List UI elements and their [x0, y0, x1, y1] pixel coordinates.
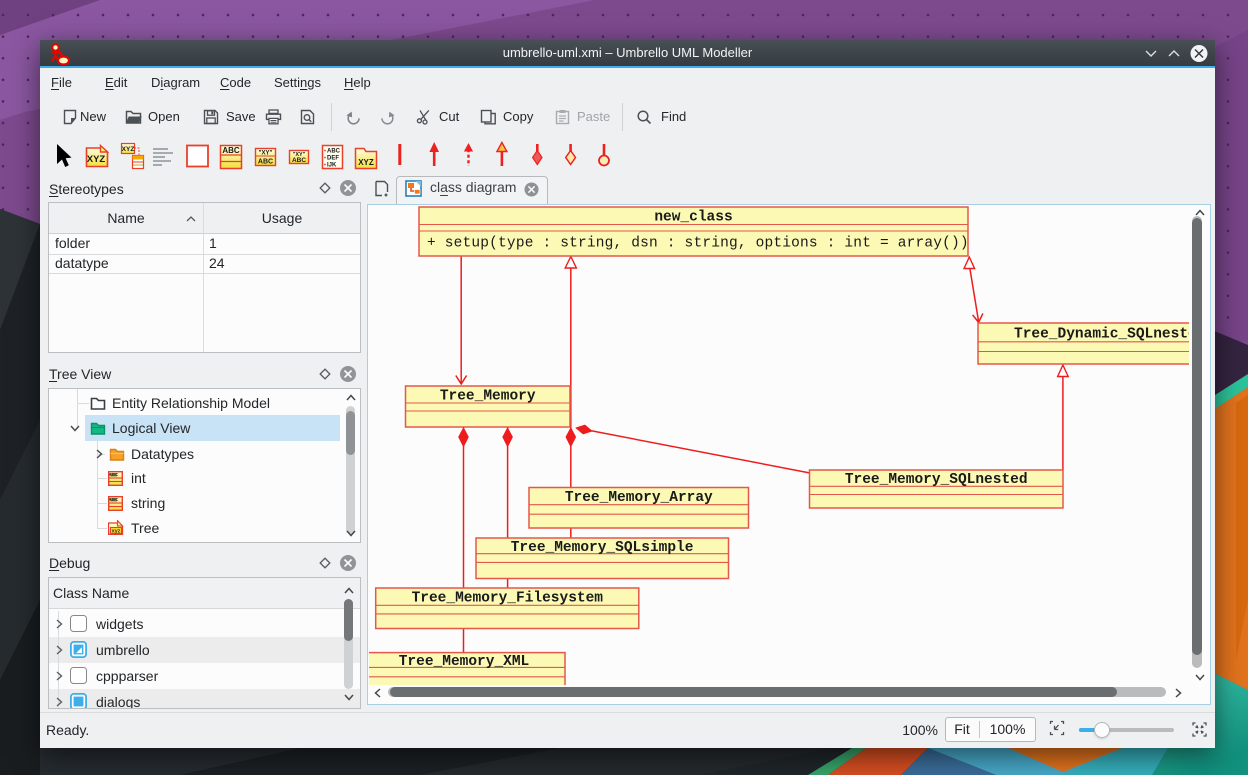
svg-text:XYZ: XYZ — [122, 146, 135, 153]
svg-text:Tree_Memory_Filesystem: Tree_Memory_Filesystem — [412, 591, 604, 607]
svg-text:Tree_Dynamic_SQLnested: Tree_Dynamic_SQLnested — [1014, 327, 1189, 343]
svg-text:Tree_Memory_Array: Tree_Memory_Array — [565, 490, 713, 506]
svg-text:xyz: xyz — [112, 529, 121, 535]
svg-text:DEF: DEF — [327, 156, 339, 162]
svg-text:new_class: new_class — [654, 210, 732, 226]
svg-text:ABC: ABC — [109, 472, 119, 477]
svg-text:ABC: ABC — [292, 157, 306, 164]
svg-text:XYZ: XYZ — [87, 154, 106, 165]
svg-text:IJK: IJK — [327, 163, 337, 169]
svg-text:Tree_Memory_SQLnested: Tree_Memory_SQLnested — [845, 472, 1028, 488]
svg-text:Tree_Memory: Tree_Memory — [440, 389, 536, 405]
svg-text:ABC: ABC — [222, 146, 240, 155]
svg-text:ABC: ABC — [327, 149, 341, 155]
svg-text:Tree_Memory_SQLsimple: Tree_Memory_SQLsimple — [511, 540, 694, 556]
svg-text:+ setup(type : string, dsn : s: + setup(type : string, dsn : string, opt… — [427, 236, 969, 252]
svg-text:ABC: ABC — [109, 497, 119, 502]
svg-text:ABC: ABC — [258, 159, 273, 166]
svg-text:XYZ: XYZ — [358, 158, 374, 167]
svg-text:Tree_Memory_XML: Tree_Memory_XML — [399, 654, 530, 670]
